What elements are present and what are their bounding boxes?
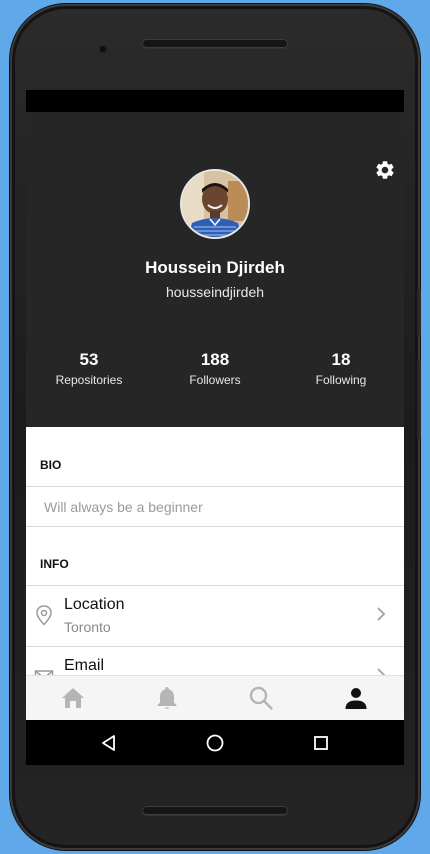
info-row-subtitle: Toronto [64,619,111,635]
status-bar [26,90,404,112]
screen: Houssein Djirdeh housseindjirdeh 53 Repo… [26,90,404,765]
avatar[interactable] [180,169,250,239]
stat-following[interactable]: 18 Following [286,350,396,387]
front-camera [98,44,108,54]
chevron-right-icon [377,668,386,675]
tab-notifications[interactable] [120,676,214,720]
bio-heading: BIO [40,458,62,472]
bottom-tab-bar [26,675,404,720]
search-icon [249,686,273,710]
tab-home[interactable] [26,676,120,720]
bell-icon [157,687,177,709]
divider [26,526,404,527]
info-row-title: Email [64,657,105,674]
profile-content[interactable]: BIO Will always be a beginner INFO Locat… [26,427,404,675]
location-pin-icon [36,605,52,626]
back-button[interactable] [79,720,139,765]
bottom-speaker [142,806,288,815]
stat-label: Followers [189,373,241,387]
chevron-right-icon [377,607,386,621]
info-row-email[interactable]: Email [26,647,404,675]
system-nav-bar [26,720,404,765]
info-row-location[interactable]: Location Toronto [26,586,404,646]
home-button[interactable] [185,720,245,765]
divider [26,486,404,487]
power-button [417,289,421,337]
person-icon [345,688,367,709]
recents-button[interactable] [291,720,351,765]
tab-search[interactable] [214,676,308,720]
gear-icon[interactable] [374,159,396,181]
stat-label: Repositories [55,373,123,387]
stat-followers[interactable]: 188 Followers [160,350,270,387]
home-icon [62,688,84,708]
profile-username: housseindjirdeh [165,284,265,300]
stat-repositories[interactable]: 53 Repositories [34,350,144,387]
mail-icon [34,670,54,675]
tab-profile[interactable] [309,676,403,720]
home-circle-icon [206,734,224,751]
recents-icon [314,735,328,750]
stat-value: 53 [79,350,99,369]
stat-value: 18 [331,350,351,369]
stat-value: 188 [200,350,230,369]
info-heading: INFO [40,557,69,571]
top-speaker [142,39,288,48]
profile-name: Houssein Djirdeh [145,258,285,277]
volume-button [417,359,421,439]
back-icon [102,734,115,751]
stat-label: Following [315,373,367,387]
bio-text: Will always be a beginner [44,499,203,515]
info-row-title: Location [64,596,125,613]
profile-header: Houssein Djirdeh housseindjirdeh 53 Repo… [26,112,404,427]
avatar-photo [182,171,248,237]
